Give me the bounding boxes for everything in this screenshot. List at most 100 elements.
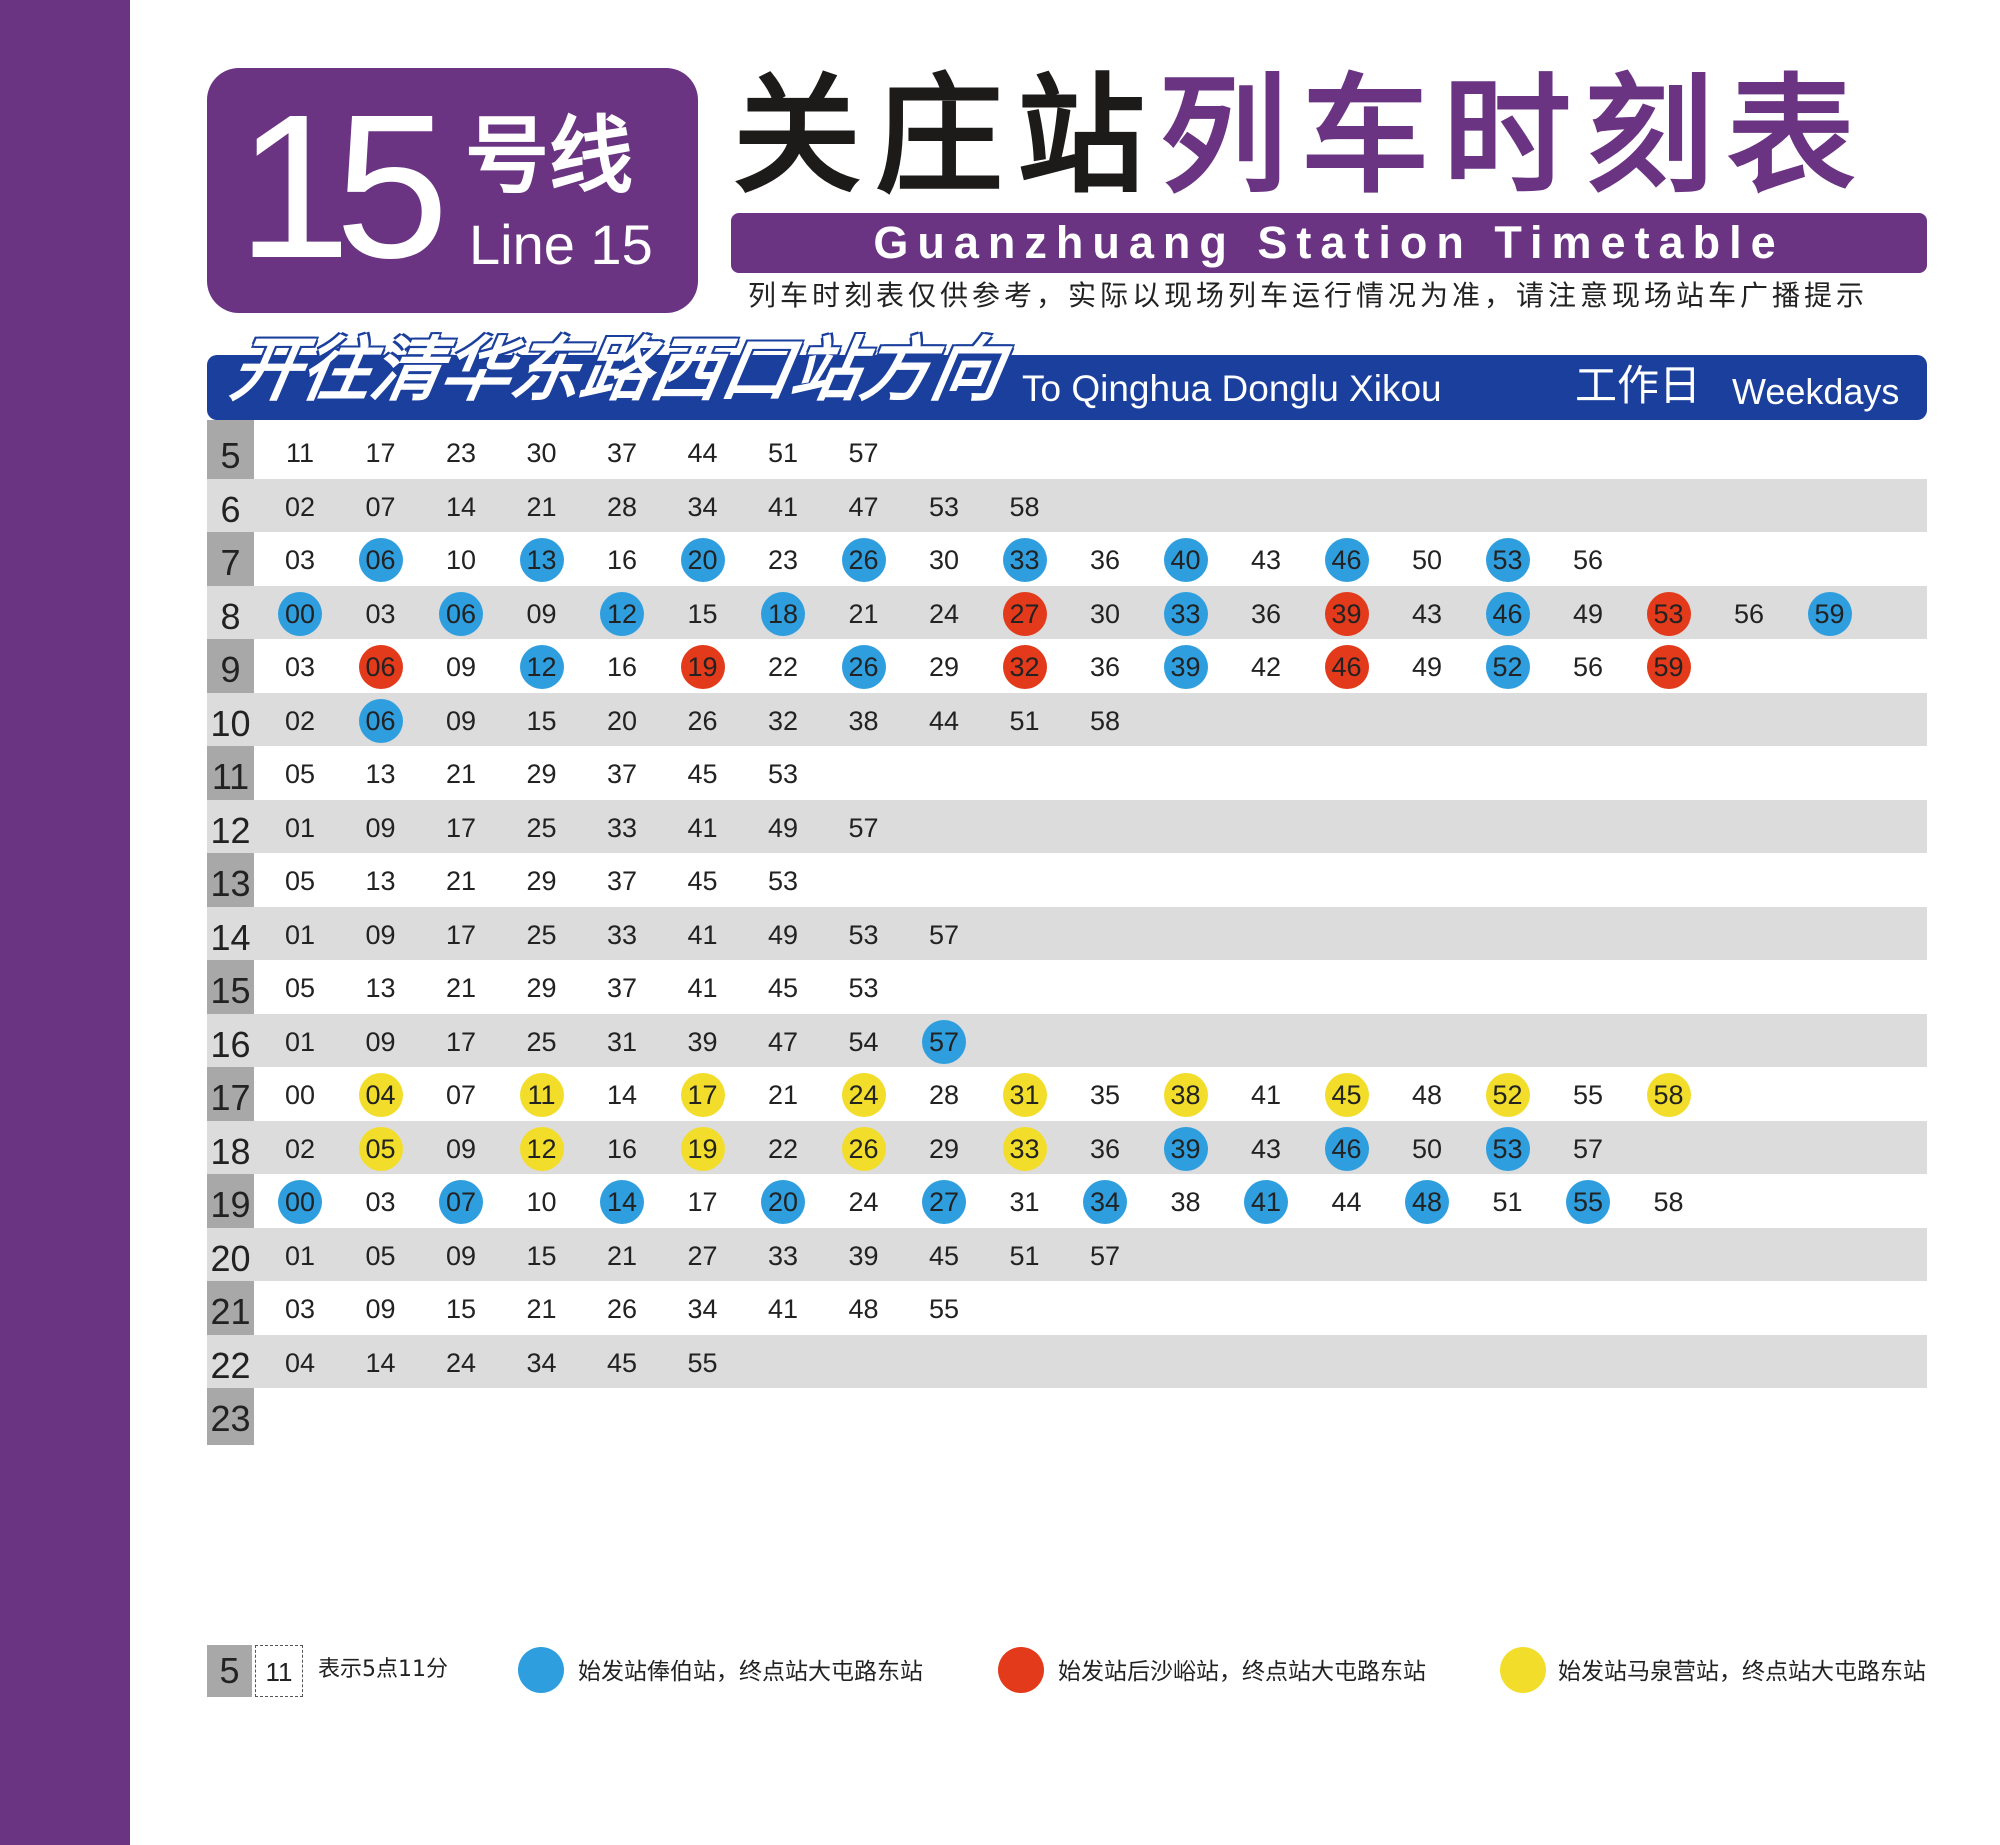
departure-minute-yellow: 26 xyxy=(841,1126,886,1171)
hour-label: 7 xyxy=(220,542,241,583)
departure-minute: 15 xyxy=(445,1294,477,1324)
departure-minute-red: 19 xyxy=(680,645,725,689)
departure-minute: 03 xyxy=(284,545,316,575)
page-title: 关庄站列车时刻表 xyxy=(733,62,1869,212)
departure-minute: 05 xyxy=(365,1240,396,1271)
departure-minute: 53 xyxy=(767,759,799,789)
departure-minute-yellow: 04 xyxy=(358,1073,403,1117)
departure-minute-blue: 14 xyxy=(600,1180,644,1224)
departure-minute: 28 xyxy=(606,491,638,522)
departure-minute: 49 xyxy=(1572,598,1604,629)
departure-minute-blue: 46 xyxy=(1485,591,1530,636)
hour-row: 9 03 06 09 12 16 19 22 26 29 32 36 39 42 46 49 52 56 59 xyxy=(207,639,1927,693)
departure-minute: 53 xyxy=(767,866,799,896)
hour-label: 9 xyxy=(220,649,241,690)
departure-minute: 03 xyxy=(284,652,316,682)
departure-minute: 13 xyxy=(365,866,396,896)
hour-row: 6 02 07 14 21 28 34 41 47 53 58 xyxy=(207,478,1927,532)
departure-minute: 34 xyxy=(526,1347,557,1378)
departure-minute-blue: 00 xyxy=(278,1180,322,1224)
departure-minute: 16 xyxy=(606,545,638,575)
departure-minute: 58 xyxy=(1653,1187,1684,1217)
departure-minute: 25 xyxy=(526,919,557,950)
departure-minute-red: 46 xyxy=(1324,645,1369,689)
departure-minute-blue: 26 xyxy=(841,538,886,582)
departure-minute: 53 xyxy=(928,491,960,522)
hour-row: 13 05 13 21 29 37 45 53 xyxy=(207,853,1927,907)
departure-minute: 16 xyxy=(606,652,638,682)
departure-minute: 23 xyxy=(445,438,477,468)
departure-minute: 55 xyxy=(687,1347,718,1378)
departure-minute: 41 xyxy=(767,491,799,522)
departure-minute-blue: 20 xyxy=(680,538,725,582)
departure-minute: 21 xyxy=(445,759,477,789)
departure-minute: 22 xyxy=(767,652,799,682)
departure-minute: 29 xyxy=(928,652,960,682)
departure-minute: 17 xyxy=(445,919,477,950)
departure-minute: 21 xyxy=(526,491,557,522)
departure-minute-blue: 57 xyxy=(922,1019,966,1064)
departure-minute: 24 xyxy=(848,1187,879,1217)
departure-minute: 24 xyxy=(928,598,960,629)
departure-minute: 56 xyxy=(1733,598,1765,629)
departure-minute-blue: 39 xyxy=(1163,1126,1208,1171)
departure-minute: 47 xyxy=(767,1026,799,1057)
departure-minute: 57 xyxy=(848,438,879,468)
departure-minute: 33 xyxy=(606,919,638,950)
departure-minute: 17 xyxy=(445,812,477,843)
departure-minute: 17 xyxy=(365,438,396,468)
legend-red-text: 始发站后沙峪站，终点站大屯路东站 xyxy=(1058,1659,1426,1685)
departure-minute: 31 xyxy=(606,1026,638,1057)
departure-minute-red: 59 xyxy=(1646,645,1691,689)
departure-minute: 14 xyxy=(445,491,477,522)
hour-row: 10 02 06 09 15 20 26 32 38 44 51 58 xyxy=(207,692,1927,746)
departure-minute-blue: 53 xyxy=(1485,1126,1530,1171)
hour-label: 12 xyxy=(210,809,251,851)
departure-minute: 29 xyxy=(928,1133,960,1164)
departure-minute: 29 xyxy=(526,866,557,896)
hour-label: 20 xyxy=(210,1237,251,1279)
departure-minute: 37 xyxy=(606,438,638,468)
hour-label: 18 xyxy=(210,1130,251,1172)
hour-label: 23 xyxy=(210,1398,251,1439)
hour-row: 23 xyxy=(207,1388,1927,1442)
departure-minute: 09 xyxy=(365,919,396,950)
hour-label: 5 xyxy=(220,435,241,476)
departure-minute-blue: 13 xyxy=(519,538,564,582)
departure-minute-blue: 52 xyxy=(1485,645,1530,689)
departure-minute: 41 xyxy=(687,812,718,843)
hour-row: 17 00 04 07 11 14 17 21 24 28 31 35 38 41 45 48 52 55 58 xyxy=(207,1067,1927,1121)
hour-label: 10 xyxy=(210,702,251,744)
departure-minute: 17 xyxy=(687,1187,718,1217)
departure-minute-blue: 59 xyxy=(1807,591,1852,636)
departure-minute: 56 xyxy=(1572,545,1604,575)
departure-minute: 15 xyxy=(687,598,718,629)
departure-minute: 09 xyxy=(445,1133,477,1164)
departure-minute: 00 xyxy=(284,1080,316,1110)
departure-minute-blue: 27 xyxy=(922,1180,966,1224)
departure-minute: 41 xyxy=(687,919,718,950)
departure-minute: 32 xyxy=(767,705,799,736)
departure-minute-blue: 12 xyxy=(519,645,564,689)
departure-minute: 23 xyxy=(767,545,799,575)
departure-minute: 05 xyxy=(284,866,316,896)
departure-minute: 22 xyxy=(767,1133,799,1164)
departure-minute-yellow: 31 xyxy=(1002,1073,1047,1117)
departure-minute: 28 xyxy=(928,1080,960,1110)
legend-yellow-text: 始发站马泉营站，终点站大屯路东站 xyxy=(1558,1659,1926,1685)
departure-minute: 30 xyxy=(928,545,960,575)
departure-minute: 51 xyxy=(1009,1240,1040,1271)
departure-minute: 01 xyxy=(284,1240,316,1271)
departure-minute: 47 xyxy=(848,491,879,522)
departure-minute: 10 xyxy=(445,545,477,575)
departure-minute: 45 xyxy=(767,973,799,1003)
departure-minute: 36 xyxy=(1089,652,1121,682)
departure-minute: 33 xyxy=(767,1240,799,1271)
hour-row: 20 01 05 09 15 21 27 33 39 45 51 57 xyxy=(207,1227,1927,1281)
legend-blue-dot xyxy=(518,1647,564,1693)
legend-example-text: 表示5点11分 xyxy=(318,1657,448,1682)
departure-minute-blue: 46 xyxy=(1324,1126,1369,1171)
departure-minute-blue: 34 xyxy=(1083,1180,1127,1224)
departure-minute: 01 xyxy=(284,812,316,843)
hour-label: 21 xyxy=(210,1291,251,1332)
